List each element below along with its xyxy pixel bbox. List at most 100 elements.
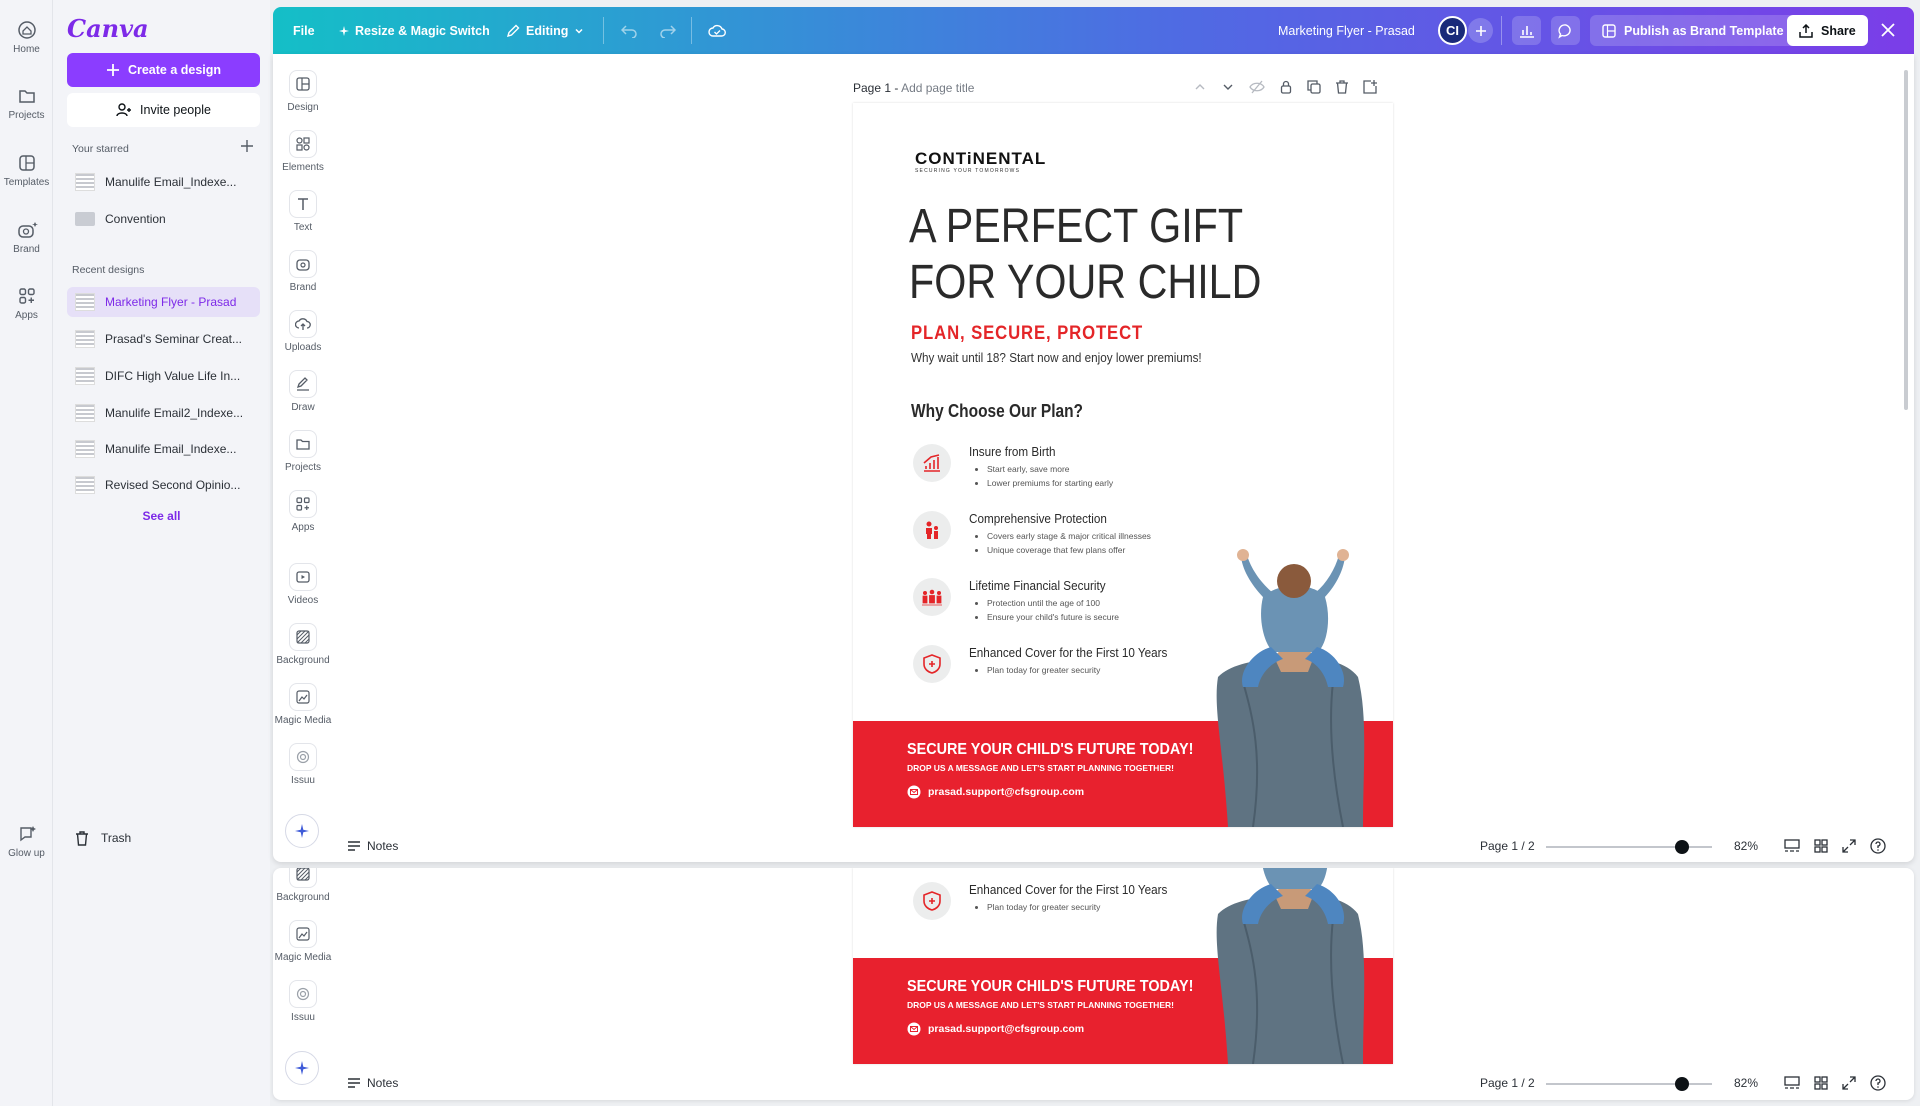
share-button[interactable]: Share	[1787, 15, 1868, 46]
tool-elements[interactable]: Elements	[273, 130, 333, 173]
template-icon	[1602, 23, 1616, 38]
fullscreen-icon[interactable]	[1842, 839, 1856, 853]
glow-up-button[interactable]: Glow up	[0, 824, 53, 859]
rail-item-projects[interactable]: Projects	[0, 86, 53, 121]
rail-label: Apps	[15, 310, 38, 321]
tool-brand[interactable]: Brand	[273, 250, 333, 293]
rail-item-brand[interactable]: Brand	[0, 220, 53, 255]
tool-uploads[interactable]: Uploads	[273, 310, 333, 353]
see-all-link[interactable]: See all	[53, 509, 270, 523]
fullscreen-icon[interactable]	[1842, 1076, 1856, 1090]
add-starred-button[interactable]	[241, 139, 253, 157]
uploads-icon	[289, 310, 317, 338]
chevron-up-icon[interactable]	[1193, 80, 1207, 94]
redo-button[interactable]	[660, 7, 676, 54]
comment-icon	[1557, 23, 1571, 39]
starred-item[interactable]: Manulife Email_Indexe...	[67, 167, 260, 197]
tool-magic-media[interactable]: Magic Media	[273, 920, 333, 963]
tool-background[interactable]: Background	[273, 623, 333, 666]
lock-icon[interactable]	[1279, 80, 1293, 94]
page-indicator[interactable]: Page 1 / 2	[1480, 839, 1535, 853]
design-page-partial[interactable]: Enhanced Cover for the First 10 Years Pl…	[853, 868, 1393, 1064]
recent-item-active[interactable]: Marketing Flyer - Prasad	[67, 287, 260, 317]
hide-page-icon[interactable]	[1249, 80, 1265, 94]
tool-magic-media[interactable]: Magic Media	[273, 683, 333, 726]
add-page-icon[interactable]	[1363, 80, 1377, 94]
document-title[interactable]: Marketing Flyer - Prasad	[1278, 7, 1415, 54]
zoom-level[interactable]: 82%	[1734, 1076, 1758, 1090]
editor-panel: Design Elements Text Brand Uploads Draw …	[273, 54, 1914, 862]
tool-label: Videos	[287, 595, 319, 606]
tool-apps[interactable]: Apps	[273, 490, 333, 533]
help-icon[interactable]	[1870, 838, 1886, 854]
insights-button[interactable]	[1512, 16, 1541, 45]
notes-button[interactable]: Notes	[347, 1076, 398, 1090]
feature-bullets: Covers early stage & major critical illn…	[987, 529, 1151, 557]
plus-icon	[106, 64, 119, 76]
rail-item-templates[interactable]: Templates	[0, 153, 53, 188]
share-label: Share	[1821, 23, 1856, 38]
tool-issuu[interactable]: Issuu	[273, 743, 333, 786]
thumbnail-view-icon[interactable]	[1784, 1076, 1800, 1090]
recent-item[interactable]: DIFC High Value Life In...	[67, 361, 260, 391]
tool-draw[interactable]: Draw	[273, 370, 333, 413]
feature-title: Insure from Birth	[969, 444, 1056, 459]
resize-magic-switch-button[interactable]: Resize & Magic Switch	[339, 7, 490, 54]
magic-assistant-button[interactable]	[285, 814, 319, 848]
duplicate-page-icon[interactable]	[1307, 80, 1321, 94]
chevron-down-icon[interactable]	[1221, 80, 1235, 94]
recent-item[interactable]: Prasad's Seminar Creat...	[67, 324, 260, 354]
design-thumbnail	[75, 404, 95, 422]
file-menu[interactable]: File	[293, 7, 315, 54]
vertical-scrollbar[interactable]	[1904, 70, 1908, 410]
thumbnail-view-icon[interactable]	[1784, 839, 1800, 853]
notes-button[interactable]: Notes	[347, 839, 398, 853]
canva-logo[interactable]: Canva	[67, 14, 149, 43]
zoom-level[interactable]: 82%	[1734, 839, 1758, 853]
rail-label: Brand	[13, 244, 40, 255]
recent-item[interactable]: Manulife Email_Indexe...	[67, 434, 260, 464]
feature-bullet: Plan today for greater security	[987, 663, 1100, 677]
recent-item[interactable]: Manulife Email2_Indexe...	[67, 398, 260, 428]
zoom-slider-knob[interactable]	[1675, 1077, 1690, 1091]
design-page[interactable]: CONTiNENTAL SECURING YOUR TOMORROWS A PE…	[853, 103, 1393, 827]
grid-view-icon[interactable]	[1814, 839, 1828, 853]
feature-item: Insure from Birth Start early, save more…	[913, 444, 1213, 504]
rail-item-home[interactable]: Home	[0, 20, 53, 55]
add-collaborator-button[interactable]	[1468, 18, 1493, 43]
add-page-title[interactable]: Add page title	[901, 81, 974, 95]
recent-item[interactable]: Revised Second Opinio...	[67, 470, 260, 500]
starred-item[interactable]: Convention	[67, 204, 260, 234]
comments-button[interactable]	[1551, 16, 1580, 45]
draw-icon	[289, 370, 317, 398]
help-icon[interactable]	[1870, 1075, 1886, 1091]
invite-people-icon	[116, 103, 132, 117]
feature-title: Enhanced Cover for the First 10 Years	[969, 645, 1168, 660]
close-editor-button[interactable]	[1879, 21, 1897, 42]
tool-design[interactable]: Design	[273, 70, 333, 113]
zoom-slider-knob[interactable]	[1675, 840, 1690, 854]
magic-assistant-button[interactable]	[285, 1051, 319, 1085]
tool-background[interactable]: Background	[273, 868, 333, 903]
feature-bullets: Start early, save moreLower premiums for…	[987, 462, 1113, 490]
tool-videos[interactable]: Videos	[273, 563, 333, 606]
trash-button[interactable]: Trash	[67, 823, 260, 853]
tool-issuu[interactable]: Issuu	[273, 980, 333, 1023]
page-indicator[interactable]: Page 1 / 2	[1480, 1076, 1535, 1090]
page-title-row[interactable]: Page 1 - Add page title	[853, 81, 974, 95]
create-design-button[interactable]: Create a design	[67, 53, 260, 87]
undo-button[interactable]	[621, 7, 637, 54]
editing-mode-dropdown[interactable]: Editing	[506, 7, 584, 54]
sparkle-icon	[295, 1061, 309, 1075]
email-icon	[907, 785, 921, 799]
tool-label: Issuu	[291, 1012, 315, 1023]
tool-projects[interactable]: Projects	[273, 430, 333, 473]
trash-icon[interactable]	[1335, 80, 1349, 94]
avatar[interactable]: CI	[1438, 16, 1467, 45]
tool-text[interactable]: Text	[273, 190, 333, 233]
publish-brand-template-button[interactable]: Publish as Brand Template	[1590, 15, 1796, 46]
cloud-save-status[interactable]	[708, 7, 726, 54]
invite-people-button[interactable]: Invite people	[67, 93, 260, 127]
grid-view-icon[interactable]	[1814, 1076, 1828, 1090]
rail-item-apps[interactable]: Apps	[0, 286, 53, 321]
